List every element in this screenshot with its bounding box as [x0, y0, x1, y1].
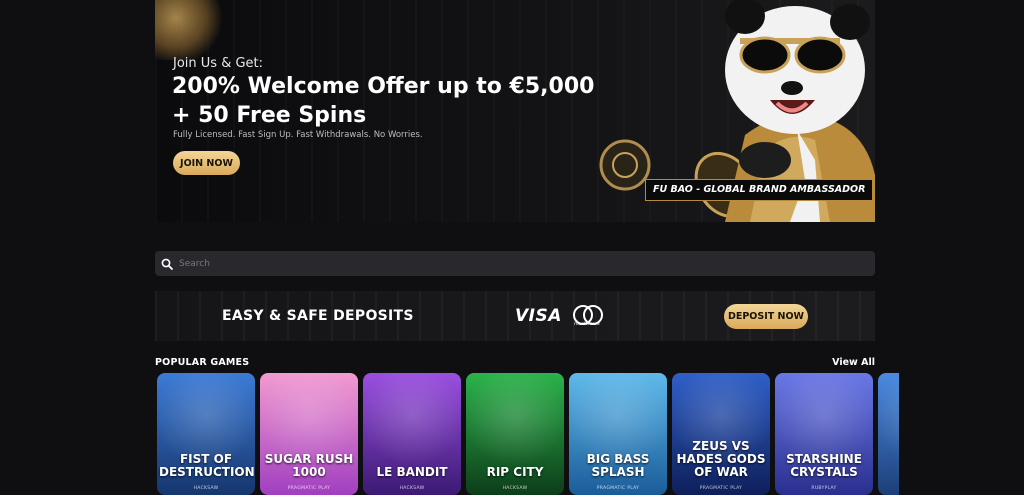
- hero-kicker: Join Us & Get:: [173, 56, 264, 71]
- hero-subtext: Fully Licensed. Fast Sign Up. Fast Withd…: [173, 130, 423, 140]
- game-title: RIP CITY: [486, 465, 544, 479]
- game-tile[interactable]: STARSHINE CRYSTALS RUBYPLAY: [775, 373, 873, 495]
- search-icon: [161, 258, 173, 270]
- hero-headline: 200% Welcome Offer up to €5,000 + 50 Fre…: [172, 72, 594, 130]
- deposit-now-button[interactable]: DEPOSIT NOW: [724, 304, 808, 329]
- game-provider: HACKSAW: [399, 486, 425, 491]
- game-title: STARSHINE CRYSTALS: [786, 452, 862, 479]
- game-tile[interactable]: [878, 373, 899, 495]
- game-provider: PRAGMATIC PLAY: [699, 486, 743, 491]
- popular-games-header: POPULAR GAMES View All: [155, 357, 875, 369]
- view-all-link[interactable]: View All: [832, 357, 875, 368]
- game-tile[interactable]: ZEUS VS HADES GODS OF WAR PRAGMATIC PLAY: [672, 373, 770, 495]
- deposits-title: EASY & SAFE DEPOSITS: [222, 308, 414, 324]
- popular-games-carousel: FIST OF DESTRUCTION HACKSAW SUGAR RUSH 1…: [157, 373, 899, 495]
- deposits-banner: EASY & SAFE DEPOSITS VISA mastercard DEP…: [155, 291, 875, 341]
- game-tile[interactable]: SUGAR RUSH 1000 PRAGMATIC PLAY: [260, 373, 358, 495]
- game-art: [878, 373, 899, 495]
- game-provider: RUBYPLAY: [811, 486, 837, 491]
- visa-logo: VISA: [515, 306, 562, 326]
- game-tile[interactable]: RIP CITY HACKSAW: [466, 373, 564, 495]
- mastercard-label: mastercard: [574, 322, 600, 327]
- gold-leaf-decoration: [155, 0, 225, 60]
- game-tile[interactable]: BIG BASS SPLASH PRAGMATIC PLAY: [569, 373, 667, 495]
- hero-banner: Join Us & Get: 200% Welcome Offer up to …: [155, 0, 875, 222]
- game-title: BIG BASS SPLASH: [586, 452, 650, 479]
- game-provider: PRAGMATIC PLAY: [596, 486, 640, 491]
- popular-games-title: POPULAR GAMES: [155, 357, 250, 368]
- game-provider: HACKSAW: [193, 486, 219, 491]
- game-tile[interactable]: LE BANDIT HACKSAW: [363, 373, 461, 495]
- game-title: LE BANDIT: [376, 465, 448, 479]
- hero-headline-line1: 200% Welcome Offer up to €5,000: [172, 74, 595, 99]
- game-provider: HACKSAW: [502, 486, 528, 491]
- game-title: FIST OF DESTRUCTION: [159, 452, 255, 479]
- join-now-button[interactable]: JOIN NOW: [173, 151, 240, 175]
- hero-headline-line2: + 50 Free Spins: [172, 103, 367, 128]
- game-title: SUGAR RUSH 1000: [264, 452, 354, 479]
- search-input[interactable]: [179, 258, 859, 269]
- brand-ambassador-label: FU BAO - GLOBAL BRAND AMBASSADOR: [645, 179, 874, 201]
- game-provider: PRAGMATIC PLAY: [287, 486, 331, 491]
- search-bar[interactable]: [155, 251, 875, 276]
- game-title: ZEUS VS HADES GODS OF WAR: [676, 439, 766, 479]
- game-tile[interactable]: FIST OF DESTRUCTION HACKSAW: [157, 373, 255, 495]
